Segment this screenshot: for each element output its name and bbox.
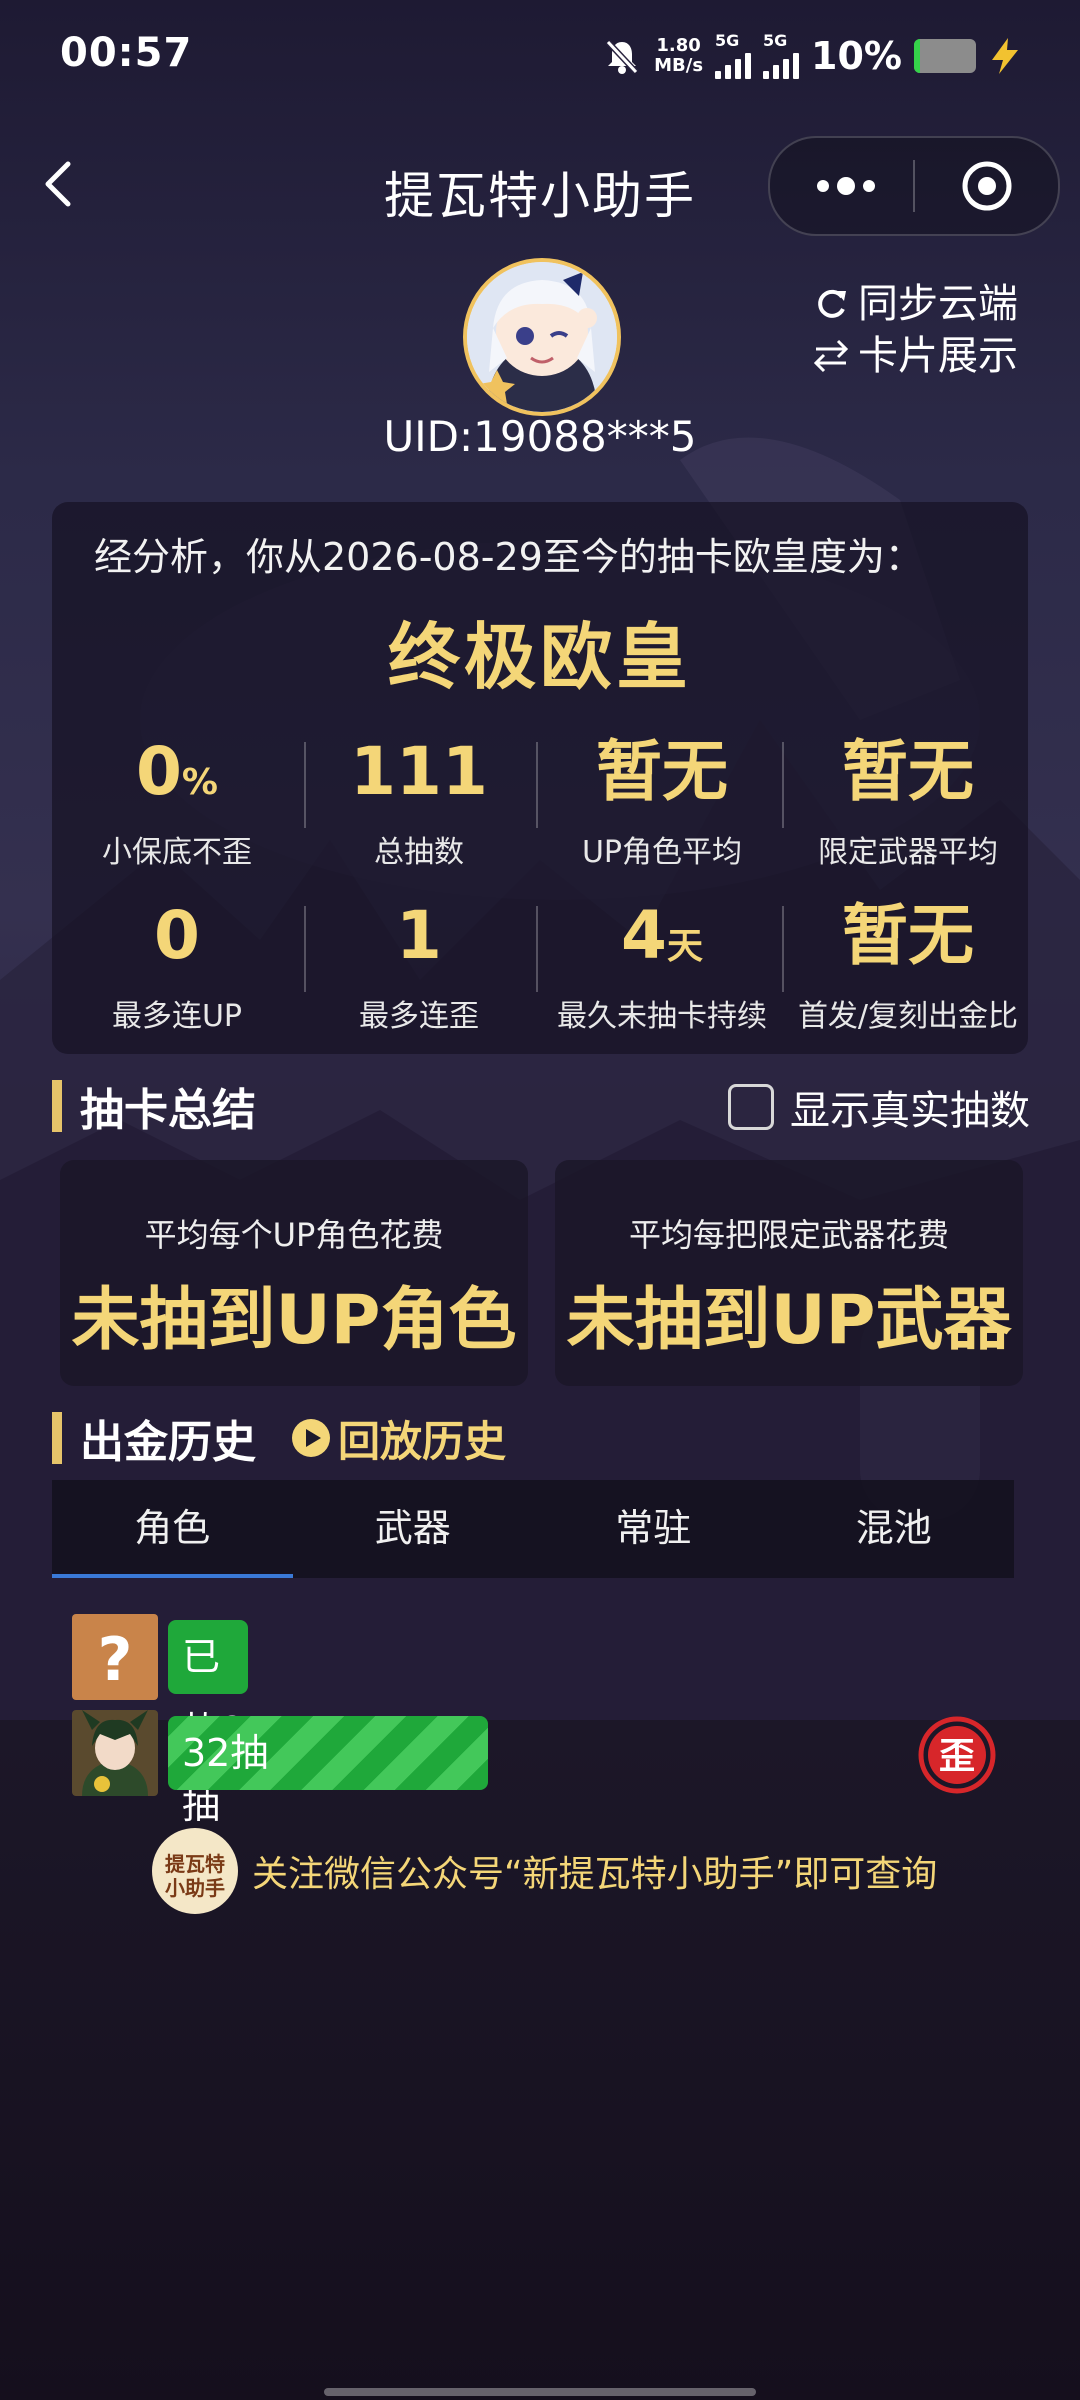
pity-progress-bar: 已垫8抽 xyxy=(168,1620,248,1827)
replay-history-button[interactable]: 回放历史 xyxy=(292,1408,506,1469)
charging-bolt-icon xyxy=(992,38,1018,74)
history-section-header: 出金历史 回放历史 xyxy=(52,1406,506,1470)
battery-percent: 10% xyxy=(811,34,902,78)
history-tabs: 角色 武器 常驻 混池 xyxy=(52,1480,1014,1578)
stat-total-pulls: 111 总抽数 xyxy=(350,733,488,870)
tab-weapon[interactable]: 武器 xyxy=(293,1480,534,1578)
luck-verdict: 终极欧皇 xyxy=(387,615,692,699)
stat-max-consecutive-lose: 1 最多连歪 xyxy=(359,897,479,1034)
summary-card-up-weapon: 平均每把限定武器花费 未抽到UP武器 xyxy=(555,1160,1023,1386)
show-real-count-toggle[interactable]: 显示真实抽数 xyxy=(728,1078,1030,1136)
show-real-count-checkbox[interactable] xyxy=(728,1084,774,1130)
character-portrait-icon xyxy=(72,1710,158,1796)
status-time: 00:57 xyxy=(60,30,193,76)
tab-standard[interactable]: 常驻 xyxy=(533,1480,774,1578)
summary-title: 抽卡总结 xyxy=(80,1085,256,1136)
stat-first-rerun-ratio: 暂无 首发/复刻出金比 xyxy=(797,897,1019,1034)
stat-up-character-avg: 暂无 UP角色平均 xyxy=(581,733,743,870)
miniprogram-capsule xyxy=(768,136,1060,236)
pull-count-bar: 32抽 xyxy=(168,1716,488,1790)
stat-longest-no-pull: 4天 最久未抽卡持续 xyxy=(557,897,767,1034)
luck-analysis-panel: 经分析，你从2026-08-29至今的抽卡欧皇度为： 终极欧皇 0% 小保底不歪… xyxy=(52,502,1028,1054)
svg-text:歪: 歪 xyxy=(939,1736,975,1777)
unknown-character-icon: ? xyxy=(72,1614,158,1700)
history-item-pending: ? 已垫8抽 xyxy=(72,1614,248,1827)
summary-section-header: 抽卡总结 xyxy=(52,1074,256,1138)
app-logo: 提瓦特 小助手 xyxy=(152,1828,238,1914)
analysis-text: 经分析，你从2026-08-29至今的抽卡欧皇度为： xyxy=(94,535,923,579)
signal-sim1: 5G xyxy=(715,33,752,79)
history-item-character: 32抽 xyxy=(72,1710,488,1796)
stat-max-consecutive-up: 0 最多连UP xyxy=(111,897,243,1034)
nav-bar: 提瓦特小助手 xyxy=(0,130,1080,240)
paimon-avatar-image xyxy=(467,262,617,412)
avatar[interactable] xyxy=(463,258,621,416)
battery-icon xyxy=(914,39,976,73)
follow-note-text: 关注微信公众号“新提瓦特小助手”即可查询 xyxy=(252,1854,938,1895)
close-miniprogram-icon[interactable] xyxy=(961,160,1013,212)
home-indicator[interactable] xyxy=(324,2388,756,2396)
tab-character[interactable]: 角色 xyxy=(52,1480,293,1578)
stat-limited-weapon-avg: 暂无 限定武器平均 xyxy=(818,733,998,870)
lost-5050-badge: 歪 xyxy=(918,1716,996,1794)
refresh-icon xyxy=(818,289,846,318)
svg-text:?: ? xyxy=(98,1625,133,1695)
follow-wechat-note: 提瓦特 小助手 关注微信公众号“新提瓦特小助手”即可查询 xyxy=(152,1828,937,1914)
history-title: 出金历史 xyxy=(80,1417,256,1468)
tab-mixed[interactable]: 混池 xyxy=(774,1480,1015,1578)
signal-sim2: 5G xyxy=(763,33,800,79)
status-bar: 00:57 1.80 MB/s 5G 5G 10% xyxy=(0,0,1080,110)
swap-arrows-icon xyxy=(813,339,849,373)
sync-cloud-button[interactable]: 同步云端 xyxy=(812,278,1018,330)
user-uid: UID:19088***5 xyxy=(383,412,697,461)
summary-card-up-character: 平均每个UP角色花费 未抽到UP角色 xyxy=(60,1160,528,1386)
play-icon xyxy=(292,1419,330,1457)
signal-bars-icon xyxy=(715,49,752,79)
more-options-icon[interactable] xyxy=(814,168,878,204)
mute-bell-icon xyxy=(605,39,639,75)
card-display-button[interactable]: 卡片展示 xyxy=(812,330,1018,382)
signal-bars-icon xyxy=(763,49,800,79)
profile-actions: 同步云端 卡片展示 xyxy=(812,278,1018,382)
network-speed: 1.80 MB/s xyxy=(654,35,704,76)
stat-no-lose-5050: 0% 小保底不歪 xyxy=(102,733,252,870)
